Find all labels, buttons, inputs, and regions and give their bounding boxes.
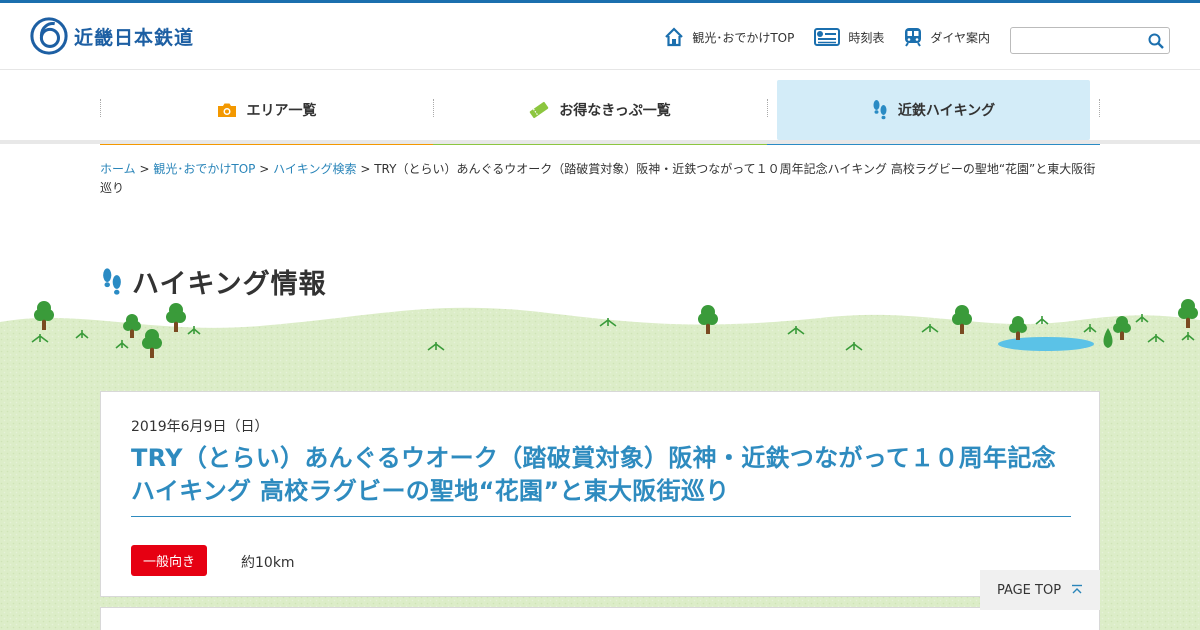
event-card: 2019年6月9日（日） TRY（とらい）あんぐるウオーク（踏破賞対象）阪神・近… (100, 391, 1100, 597)
site-logo-text: 近畿日本鉄道 (74, 26, 195, 49)
tab-area-list[interactable]: エリア一覧 (100, 80, 433, 145)
nav-separator (1099, 99, 1100, 117)
search-input[interactable] (1011, 28, 1141, 53)
header-nav-tourism-top[interactable]: 観光･おでかけTOP (664, 27, 794, 47)
house-icon (665, 27, 684, 47)
page-top-button[interactable]: PAGE TOP (980, 570, 1100, 610)
tab-label: お得なきっぷ一覧 (559, 103, 671, 119)
pond (998, 337, 1094, 351)
site-header: 近畿日本鉄道 観光･おでかけTOP 時刻表 ダイヤ案内 (0, 3, 1200, 70)
page-top-label: PAGE TOP (996, 582, 1062, 598)
breadcrumb-separator: > (139, 162, 150, 176)
breadcrumb-tourism-top[interactable]: 観光･おでかけTOP (153, 162, 255, 176)
tab-label: エリア一覧 (246, 103, 317, 119)
header-nav-label: ダイヤ案内 (930, 30, 990, 45)
breadcrumb-separator: > (360, 162, 371, 176)
level-badge: 一般向き (131, 545, 207, 576)
header-nav-label: 時刻表 (848, 30, 885, 45)
site-search (1010, 27, 1170, 54)
breadcrumb-separator: > (259, 162, 270, 176)
header-nav-timetable[interactable]: 時刻表 (814, 28, 884, 46)
page-title: ハイキング情報 (132, 269, 327, 300)
site-logo[interactable]: 近畿日本鉄道 (30, 17, 194, 55)
event-distance: 約10km (241, 555, 295, 571)
event-detail-card (100, 607, 1100, 630)
nav-base-line (0, 140, 1200, 144)
event-date: 2019年6月9日（日） (131, 419, 269, 435)
train-icon (905, 28, 922, 47)
event-title: TRY（とらい）あんぐるウオーク（踏破賞対象）阪神・近鉄つながって１０周年記念ハ… (131, 442, 1071, 517)
chevron-up-icon (1072, 584, 1083, 594)
main-nav: エリア一覧 お得なきっぷ一覧 近鉄ハイキング (0, 71, 1200, 145)
tab-kintetsu-hiking[interactable]: 近鉄ハイキング (767, 80, 1100, 145)
kintetsu-logo-icon (30, 17, 68, 55)
header-nav: 観光･おでかけTOP 時刻表 ダイヤ案内 (664, 27, 990, 47)
timetable-icon (814, 28, 841, 46)
camera-icon (217, 103, 236, 117)
breadcrumb-hiking-search[interactable]: ハイキング検索 (273, 162, 356, 176)
footprints-icon (103, 267, 121, 295)
header-nav-diagram[interactable]: ダイヤ案内 (904, 27, 990, 47)
page-heading: ハイキング情報 (100, 262, 327, 301)
tab-ticket-list[interactable]: お得なきっぷ一覧 (433, 80, 767, 145)
tab-label: 近鉄ハイキング (897, 103, 996, 119)
breadcrumb: ホーム > 観光･おでかけTOP > ハイキング検索 > TRY（とらい）あんぐ… (100, 160, 1100, 198)
search-icon[interactable] (1147, 32, 1165, 50)
ticket-icon (529, 101, 549, 119)
header-nav-label: 観光･おでかけTOP (692, 30, 795, 45)
footprints-icon (873, 100, 887, 120)
breadcrumb-home[interactable]: ホーム (100, 162, 136, 176)
